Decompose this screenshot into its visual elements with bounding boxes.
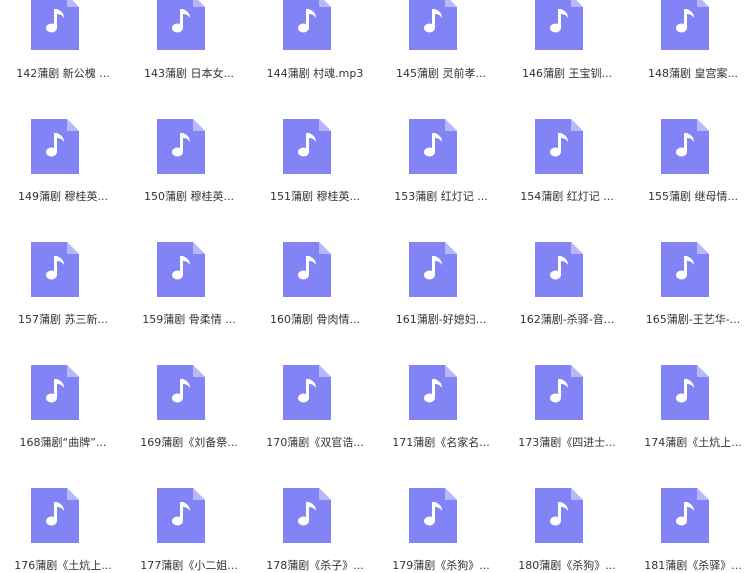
file-name-label: 146蒲剧 王宝钏... xyxy=(522,67,612,80)
music-file-icon[interactable] xyxy=(283,242,331,297)
music-file-icon[interactable] xyxy=(535,119,583,174)
music-file-icon[interactable] xyxy=(535,365,583,420)
file-name-label: 151蒲剧 穆桂英... xyxy=(270,190,360,203)
file-name-label: 159蒲剧 骨柔情 ... xyxy=(142,313,236,326)
file-name-label: 149蒲剧 穆桂英... xyxy=(18,190,108,203)
music-file-icon[interactable] xyxy=(409,242,457,297)
music-file-icon[interactable] xyxy=(31,119,79,174)
file-grid: 142蒲剧 新公槐 ... 143蒲剧 日本女... 144蒲剧 村魂.mp3 145… xyxy=(0,0,750,572)
music-file-icon[interactable] xyxy=(31,488,79,543)
music-file-icon[interactable] xyxy=(661,119,709,174)
file-name-label: 177蒲剧《小二姐... xyxy=(140,559,238,572)
music-file-icon[interactable] xyxy=(31,0,79,50)
file-name-label: 170蒲剧《双官诰... xyxy=(266,436,364,449)
music-file-icon[interactable] xyxy=(283,119,331,174)
file-name-label: 150蒲剧 穆桂英... xyxy=(144,190,234,203)
file-name-label: 173蒲剧《四进士... xyxy=(518,436,616,449)
file-name-label: 161蒲剧-好媳妇... xyxy=(395,313,487,326)
music-file-icon[interactable] xyxy=(31,242,79,297)
file-name-label: 165蒲剧-王艺华-... xyxy=(645,313,741,326)
file-name-label: 181蒲剧《杀驿》... xyxy=(644,559,742,572)
music-file-icon[interactable] xyxy=(661,0,709,50)
file-name-label: 162蒲剧-杀驿-音... xyxy=(519,313,615,326)
music-file-icon[interactable] xyxy=(157,119,205,174)
file-name-label: 144蒲剧 村魂.mp3 xyxy=(266,67,364,80)
file-name-label: 176蒲剧《土炕上... xyxy=(14,559,112,572)
music-file-icon[interactable] xyxy=(157,242,205,297)
file-name-label: 157蒲剧 苏三新... xyxy=(18,313,108,326)
music-file-icon[interactable] xyxy=(283,365,331,420)
music-file-icon[interactable] xyxy=(157,0,205,50)
file-name-label: 171蒲剧《名家名... xyxy=(392,436,490,449)
music-file-icon[interactable] xyxy=(157,365,205,420)
music-file-icon[interactable] xyxy=(409,119,457,174)
music-file-icon[interactable] xyxy=(535,242,583,297)
music-file-icon[interactable] xyxy=(535,0,583,50)
file-name-label: 160蒲剧 骨肉情... xyxy=(270,313,360,326)
file-name-label: 154蒲剧 红灯记 ... xyxy=(520,190,614,203)
music-file-icon[interactable] xyxy=(661,365,709,420)
file-name-label: 180蒲剧《杀狗》... xyxy=(518,559,616,572)
music-file-icon[interactable] xyxy=(157,488,205,543)
file-name-label: 142蒲剧 新公槐 ... xyxy=(16,67,110,80)
file-name-label: 179蒲剧《杀狗》... xyxy=(392,559,490,572)
music-file-icon[interactable] xyxy=(661,242,709,297)
file-name-label: 143蒲剧 日本女... xyxy=(144,67,234,80)
music-file-icon[interactable] xyxy=(31,365,79,420)
file-name-label: 148蒲剧 皇宫案... xyxy=(648,67,738,80)
file-name-label: 168蒲剧“曲牌”... xyxy=(19,436,107,449)
file-name-label: 178蒲剧《杀子》... xyxy=(266,559,364,572)
file-name-label: 145蒲剧 灵前孝... xyxy=(396,67,486,80)
file-name-label: 174蒲剧《土炕上... xyxy=(644,436,742,449)
music-file-icon[interactable] xyxy=(661,488,709,543)
file-name-label: 169蒲剧《刘备祭... xyxy=(140,436,238,449)
music-file-icon[interactable] xyxy=(409,365,457,420)
music-file-icon[interactable] xyxy=(535,488,583,543)
music-file-icon[interactable] xyxy=(409,0,457,50)
music-file-icon[interactable] xyxy=(283,488,331,543)
file-name-label: 155蒲剧 继母情... xyxy=(648,190,738,203)
music-file-icon[interactable] xyxy=(283,0,331,50)
file-name-label: 153蒲剧 红灯记 ... xyxy=(394,190,488,203)
music-file-icon[interactable] xyxy=(409,488,457,543)
